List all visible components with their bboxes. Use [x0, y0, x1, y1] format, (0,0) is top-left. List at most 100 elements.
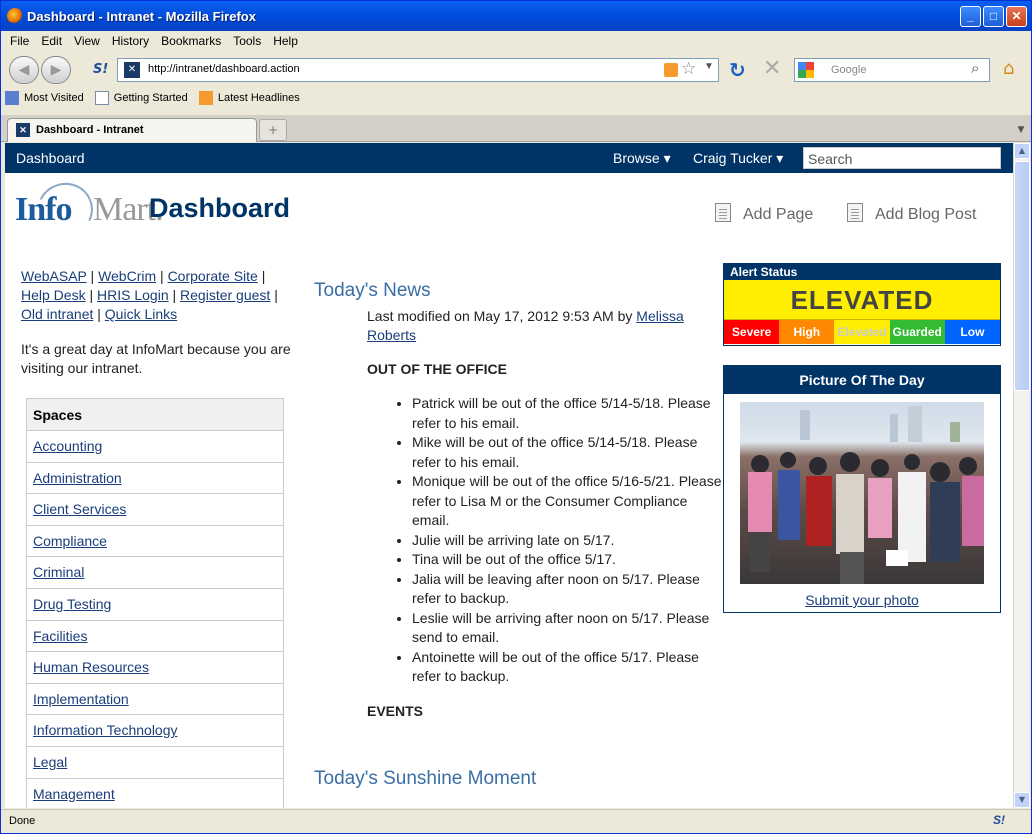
bookmarks-toolbar: Most Visited Getting Started Latest Head… — [5, 91, 308, 113]
si-icon[interactable]: S! — [93, 62, 108, 77]
bookmark-latest-headlines[interactable]: Latest Headlines — [198, 91, 300, 105]
folder-icon — [5, 91, 19, 105]
stop-icon[interactable]: ✕ — [763, 56, 781, 81]
sunshine-heading[interactable]: Today's Sunshine Moment — [314, 769, 724, 789]
site-search-input[interactable]: Search — [803, 147, 1001, 169]
search-icon[interactable]: ⌕ — [971, 60, 979, 77]
main-content: Today's News Last modified on May 17, 20… — [314, 281, 724, 789]
alert-level-high: High — [779, 320, 835, 344]
spaces-header: Spaces — [27, 399, 283, 431]
quick-links: WebASAP | WebCrim | Corporate Site | Hel… — [21, 268, 291, 376]
new-tab-button[interactable]: + — [259, 119, 287, 141]
space-item[interactable]: Information Technology — [27, 715, 283, 747]
link-webasap[interactable]: WebASAP — [21, 268, 87, 284]
link-hris-login[interactable]: HRIS Login — [97, 287, 169, 303]
status-bar: Done S! — [1, 809, 1031, 833]
menu-edit[interactable]: Edit — [36, 32, 67, 48]
list-item: Julie will be arriving late on 5/17. — [412, 531, 724, 551]
tab-dashboard[interactable]: ✕ Dashboard - Intranet — [7, 118, 257, 142]
space-item[interactable]: Accounting — [27, 431, 283, 463]
tab-label: Dashboard - Intranet — [36, 124, 144, 136]
user-menu[interactable]: Craig Tucker ▾ — [693, 150, 783, 167]
alert-level: ELEVATED — [724, 280, 1000, 320]
space-item[interactable]: Management — [27, 779, 283, 808]
space-item[interactable]: Facilities — [27, 621, 283, 653]
space-item[interactable]: Client Services — [27, 494, 283, 526]
menu-bookmarks[interactable]: Bookmarks — [156, 32, 226, 48]
alert-level-guarded: Guarded — [889, 320, 945, 344]
nav-dashboard-link[interactable]: Dashboard — [16, 150, 85, 166]
space-item[interactable]: Legal — [27, 747, 283, 779]
page-icon — [715, 203, 731, 222]
si-status-icon[interactable]: S! — [993, 813, 1005, 827]
forward-button[interactable]: ▶ — [41, 56, 71, 84]
spaces-panel: Spaces Accounting Administration Client … — [26, 398, 284, 808]
potd-photo[interactable] — [740, 402, 984, 584]
logo-info-text: Info — [15, 191, 72, 228]
page-viewport: Dashboard Browse ▾ Craig Tucker ▾ Search… — [5, 143, 1013, 808]
search-placeholder: Google — [831, 64, 867, 76]
status-text: Done — [9, 815, 36, 827]
url-bar[interactable]: ✕ http://intranet/dashboard.action ☆ ▼ — [117, 58, 719, 82]
rss-icon — [198, 91, 213, 105]
space-item[interactable]: Human Resources — [27, 652, 283, 684]
maximize-button[interactable]: □ — [983, 6, 1004, 27]
link-webcrim[interactable]: WebCrim — [98, 268, 156, 284]
todays-news-heading[interactable]: Today's News — [314, 281, 724, 301]
url-dropdown-icon[interactable]: ▼ — [704, 61, 714, 72]
list-item: Jalia will be leaving after noon on 5/17… — [412, 570, 724, 609]
space-item[interactable]: Criminal — [27, 557, 283, 589]
link-register-guest[interactable]: Register guest — [180, 287, 270, 303]
blog-icon — [847, 203, 863, 222]
list-item: Antoinette will be out of the office 5/1… — [412, 648, 724, 687]
add-blog-post-button[interactable]: Add Blog Post — [847, 203, 976, 224]
vertical-scrollbar[interactable]: ▲ ▼ — [1013, 143, 1030, 808]
out-of-office-list: Patrick will be out of the office 5/14-5… — [412, 394, 724, 687]
greeting-text: It's a great day at InfoMart because you… — [21, 341, 291, 376]
list-item: Leslie will be arriving after noon on 5/… — [412, 609, 724, 648]
rss-icon[interactable] — [664, 63, 678, 77]
submit-photo-link[interactable]: Submit your photo — [724, 592, 1000, 608]
scroll-up-icon[interactable]: ▲ — [1014, 143, 1030, 159]
home-icon[interactable]: ⌂ — [1003, 58, 1014, 79]
bookmark-most-visited[interactable]: Most Visited — [5, 91, 84, 105]
alert-title: Alert Status — [724, 264, 1000, 280]
picture-of-the-day: Picture Of The Day Submit your photo — [723, 365, 1001, 613]
menu-history[interactable]: History — [107, 32, 154, 48]
browser-window: Dashboard - Intranet - Mozilla Firefox _… — [0, 0, 1032, 834]
menu-tools[interactable]: Tools — [228, 32, 266, 48]
minimize-button[interactable]: _ — [960, 6, 981, 27]
reload-icon[interactable]: ↻ — [729, 58, 746, 82]
link-help-desk[interactable]: Help Desk — [21, 287, 86, 303]
menu-view[interactable]: View — [69, 32, 105, 48]
alert-level-severe: Severe — [724, 320, 780, 344]
search-input[interactable]: Google ⌕ — [794, 58, 990, 82]
space-item[interactable]: Drug Testing — [27, 589, 283, 621]
last-modified: Last modified on May 17, 2012 9:53 AM by… — [367, 307, 684, 344]
browse-menu[interactable]: Browse ▾ — [613, 150, 671, 167]
url-text: http://intranet/dashboard.action — [148, 63, 300, 75]
space-item[interactable]: Implementation — [27, 684, 283, 716]
scroll-thumb[interactable] — [1014, 161, 1030, 391]
close-button[interactable]: ✕ — [1006, 6, 1027, 27]
link-corporate-site[interactable]: Corporate Site — [168, 268, 258, 284]
menu-help[interactable]: Help — [268, 32, 303, 48]
add-page-button[interactable]: Add Page — [715, 203, 813, 224]
space-item[interactable]: Administration — [27, 463, 283, 495]
scroll-down-icon[interactable]: ▼ — [1014, 792, 1030, 808]
alert-level-elevated: Elevated — [834, 320, 890, 344]
navigation-toolbar: ◀ ▶ S! ✕ http://intranet/dashboard.actio… — [5, 54, 1029, 88]
google-icon[interactable] — [798, 62, 814, 78]
tab-strip: ✕ Dashboard - Intranet + ▼ — [1, 115, 1031, 142]
list-item: Mike will be out of the office 5/14-5/18… — [412, 433, 724, 472]
menu-file[interactable]: File — [5, 32, 34, 48]
page-title: Dashboard — [149, 193, 291, 223]
bookmark-getting-started[interactable]: Getting Started — [94, 91, 188, 105]
tab-list-button[interactable]: ▼ — [1013, 119, 1029, 141]
events-heading: EVENTS — [367, 702, 424, 719]
link-quick-links[interactable]: Quick Links — [105, 306, 177, 322]
bookmark-star-icon[interactable]: ☆ — [681, 59, 696, 79]
back-button[interactable]: ◀ — [9, 56, 39, 84]
space-item[interactable]: Compliance — [27, 526, 283, 558]
link-old-intranet[interactable]: Old intranet — [21, 306, 93, 322]
